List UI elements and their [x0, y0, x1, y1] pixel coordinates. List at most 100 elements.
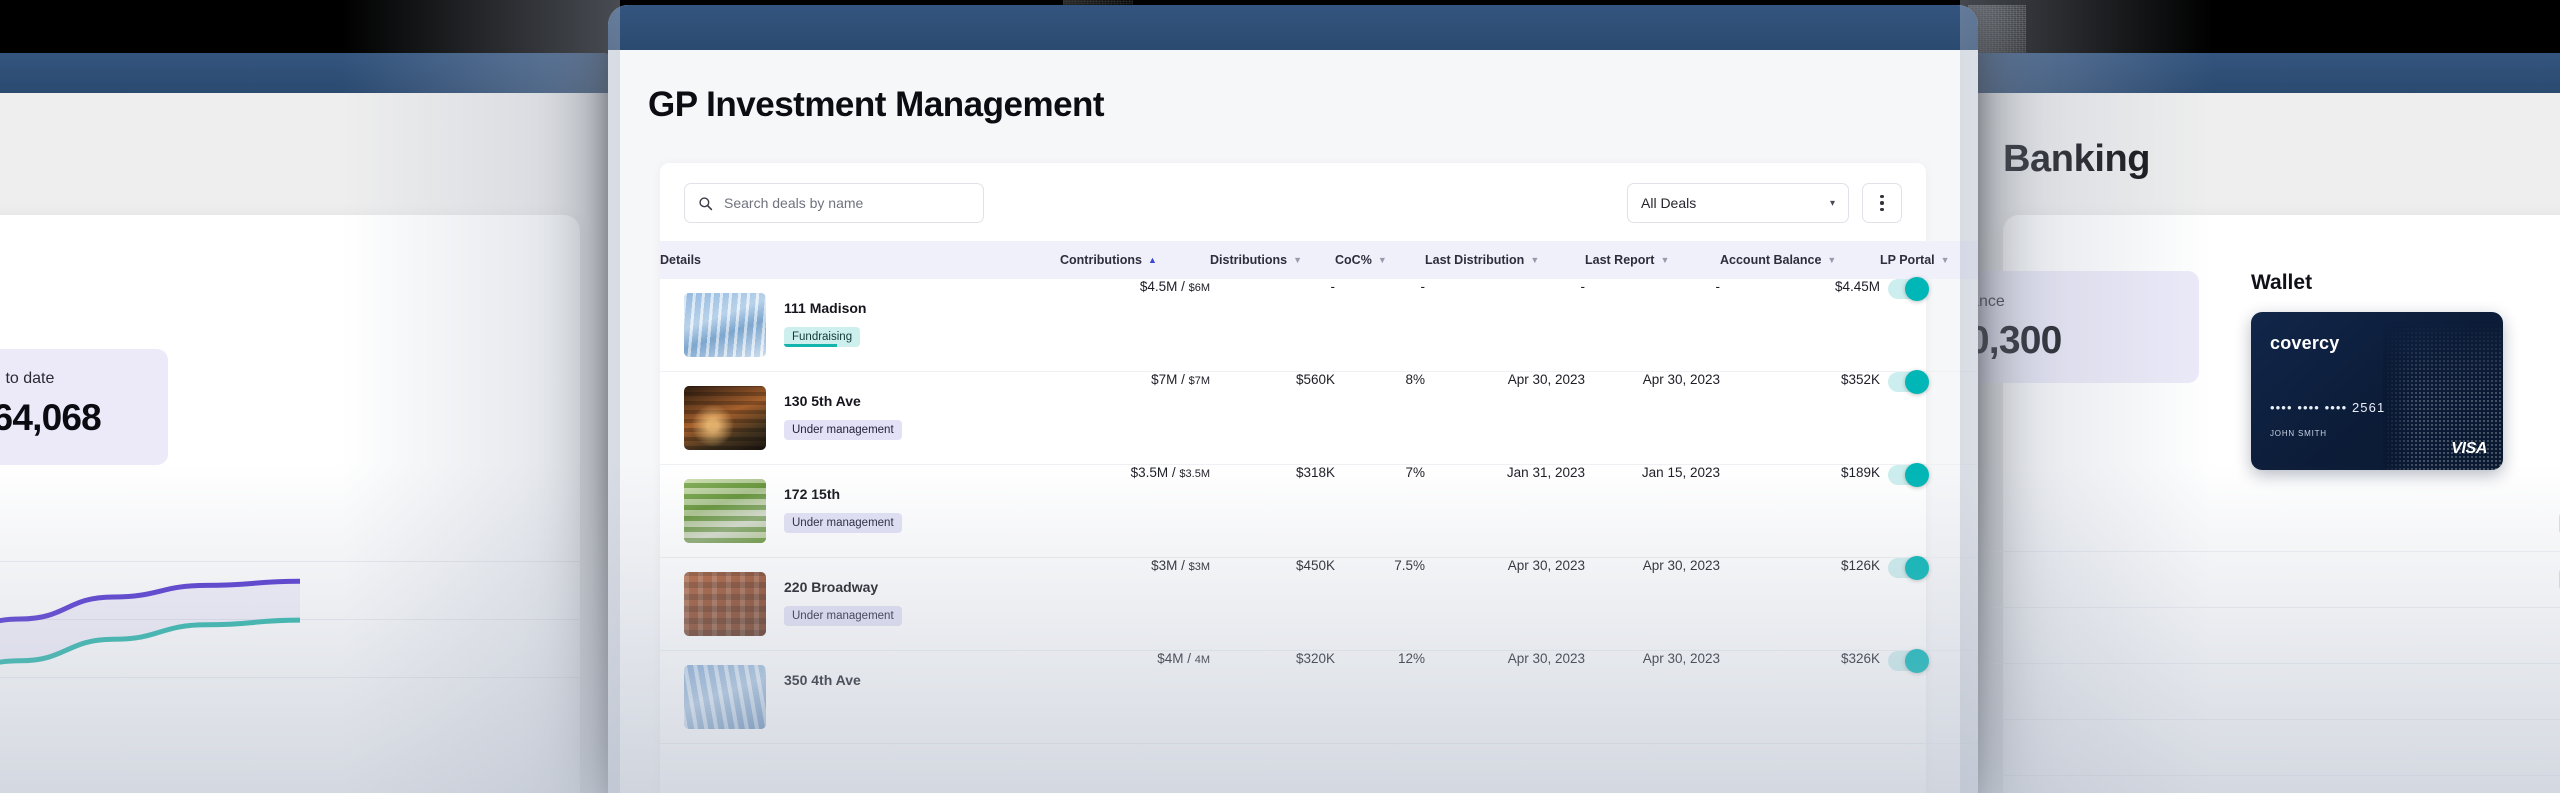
- kebab-icon: [1880, 194, 1884, 212]
- deal-name: 350 4th Ave: [784, 672, 861, 688]
- lp-portal-toggle[interactable]: [1888, 277, 1929, 301]
- transactions-list: Capital Call + $250,600.00 Capital Call …: [1963, 496, 2560, 776]
- cell-last-report: Apr 30, 2023: [1642, 372, 1720, 387]
- page-title: GP Investment Management: [648, 85, 1105, 124]
- balance-label: Balance: [1963, 293, 2005, 310]
- cell-coc: 7.5%: [1394, 558, 1425, 573]
- col-header-lp-portal[interactable]: LP Portal ▼: [1880, 241, 1978, 279]
- deals-table: Details Contributions ▲ Distributions ▼ Co…: [660, 241, 1978, 744]
- property-thumbnail[interactable]: [684, 293, 766, 357]
- table-row[interactable]: 111 Madison Fundraising $4.5M / $6M - - …: [660, 277, 1978, 372]
- toolbar-more-button[interactable]: [1862, 183, 1902, 223]
- col-header-details[interactable]: Details: [660, 241, 1060, 279]
- deals-header-row: Details Contributions ▲ Distributions ▼ Co…: [660, 241, 1978, 279]
- deal-info: 172 15th Under management: [784, 479, 902, 543]
- table-row[interactable]: 172 15th Under management $3.5M / $3.5M …: [660, 463, 1978, 558]
- col-label: Account Balance: [1720, 253, 1822, 267]
- cell-coc: -: [1420, 279, 1426, 294]
- col-header-contributions[interactable]: Contributions ▲: [1060, 241, 1210, 279]
- col-label: LP Portal: [1880, 253, 1935, 267]
- cell-coc: 12%: [1397, 651, 1425, 666]
- transaction-row[interactable]: Capital Call + $250,600.00: [1963, 496, 2560, 552]
- deal-name: 130 5th Ave: [784, 393, 861, 409]
- cell-last-distribution: Jan 31, 2023: [1506, 465, 1585, 480]
- deal-name: 111 Madison: [784, 300, 867, 316]
- cell-lp-portal: [1880, 556, 1978, 651]
- investor-portal-title: Investor Portal: [0, 93, 580, 215]
- table-row[interactable]: 350 4th Ave $4M / 4M $320K 12% Apr 30, 2…: [660, 649, 1978, 744]
- status-badge: Under management: [784, 420, 902, 440]
- banking-body: Banking Balance 60,300 Wallet covercy ••…: [1963, 93, 2560, 793]
- transaction-row[interactable]: Distribution -$30,600.00: [1963, 720, 2560, 776]
- portfolio-stats: Portfolio Value $820,344 Return to date …: [0, 349, 534, 465]
- gp-body: GP Investment Management Search deals by…: [608, 50, 1978, 793]
- sort-icon: ▼: [1377, 255, 1387, 265]
- col-header-coc[interactable]: CoC% ▼: [1335, 241, 1425, 279]
- greeting-subtitle: Check out your investment performance: [0, 298, 534, 315]
- banking-card: Balance 60,300 Wallet covercy •••• •••• …: [1963, 215, 2560, 793]
- wallet-section: Wallet covercy •••• •••• •••• 2561 JOHN …: [2251, 271, 2503, 470]
- deals-sheet: Search deals by name All Deals ▾ Details: [660, 163, 1978, 793]
- cell-coc: 7%: [1405, 465, 1425, 480]
- transaction-row[interactable]: Distribution -$24,900.00: [1963, 608, 2560, 664]
- deals-table-head: Details Contributions ▲ Distributions ▼ Co…: [660, 241, 1978, 279]
- cash-flow-chart-title: Cash Flow History: [0, 501, 534, 527]
- cell-account-balance: $126K: [1840, 558, 1880, 573]
- table-row[interactable]: 130 5th Ave Under management $7M / $7M $…: [660, 370, 1978, 465]
- cash-flow-chart: $300 k $200 k $100 k: [0, 549, 620, 729]
- cell-contributions: $3M / $3M: [1151, 558, 1210, 573]
- cell-last-report: -: [1715, 279, 1721, 294]
- investor-portal-body: Investor Portal Hello John, Check out yo…: [0, 93, 620, 793]
- lp-portal-toggle[interactable]: [1888, 463, 1929, 487]
- property-thumbnail[interactable]: [684, 572, 766, 636]
- cell-account-balance: $326K: [1840, 651, 1880, 666]
- deals-table-body: 111 Madison Fundraising $4.5M / $6M - - …: [660, 277, 1978, 744]
- deals-filter-value: All Deals: [1641, 195, 1697, 211]
- cell-last-distribution: -: [1580, 279, 1586, 294]
- transaction-row[interactable]: Capital Call + $300,000.00: [1963, 552, 2560, 608]
- property-thumbnail[interactable]: [684, 386, 766, 450]
- browser-chrome-bar-left: [0, 53, 620, 93]
- banking-window: Banking Balance 60,300 Wallet covercy ••…: [1963, 53, 2560, 793]
- transaction-row[interactable]: Distribution -$50,300.00: [1963, 664, 2560, 720]
- sort-icon: ▼: [1293, 255, 1303, 265]
- sort-icon: ▼: [1530, 255, 1540, 265]
- investor-portal-card: Hello John, Check out your investment pe…: [0, 215, 620, 793]
- search-box[interactable]: Search deals by name: [684, 183, 984, 223]
- cell-details: 172 15th Under management: [660, 465, 1060, 558]
- deals-filter-select[interactable]: All Deals ▾: [1627, 183, 1849, 223]
- stat-card-return-to-date[interactable]: Return to date $164,068: [0, 349, 168, 465]
- col-header-last-report[interactable]: Last Report ▼: [1585, 241, 1720, 279]
- col-header-last-distribution[interactable]: Last Distribution ▼: [1425, 241, 1585, 279]
- table-row[interactable]: 220 Broadway Under management $3M / $3M …: [660, 556, 1978, 651]
- col-header-account-balance[interactable]: Account Balance ▼: [1720, 241, 1880, 279]
- property-thumbnail[interactable]: [684, 479, 766, 543]
- sort-icon: ▼: [1940, 255, 1950, 265]
- deal-info: 220 Broadway Under management: [784, 572, 902, 636]
- cell-details: 130 5th Ave Under management: [660, 372, 1060, 465]
- card-holder-name: JOHN SMITH: [2270, 429, 2327, 438]
- lp-portal-toggle[interactable]: [1888, 556, 1929, 580]
- banking-title: Banking: [2003, 138, 2151, 180]
- status-badge: Under management: [784, 513, 902, 533]
- cell-last-report: Apr 30, 2023: [1642, 651, 1720, 666]
- cell-lp-portal: [1880, 370, 1978, 465]
- lp-portal-toggle[interactable]: [1888, 649, 1929, 673]
- col-header-distributions[interactable]: Distributions ▼: [1210, 241, 1335, 279]
- col-label: Contributions: [1060, 253, 1142, 267]
- property-thumbnail[interactable]: [684, 665, 766, 729]
- search-placeholder: Search deals by name: [724, 195, 864, 211]
- deal-info: 130 5th Ave Under management: [784, 386, 902, 450]
- cell-contributions: $4.5M / $6M: [1139, 279, 1210, 294]
- lp-portal-toggle[interactable]: [1888, 370, 1929, 394]
- cell-lp-portal: [1880, 649, 1978, 744]
- cell-distributions: $318K: [1295, 465, 1335, 480]
- gp-investment-management-window: GP Investment Management Search deals by…: [608, 5, 1978, 793]
- balance-value: 60,300: [1963, 319, 2062, 362]
- visa-card[interactable]: covercy •••• •••• •••• 2561 JOHN SMITH V…: [2251, 312, 2503, 470]
- cell-lp-portal: [1880, 463, 1978, 558]
- card-number: •••• •••• •••• 2561: [2270, 400, 2386, 415]
- cash-flow-series-svg: [0, 578, 300, 665]
- deal-info: 111 Madison Fundraising: [784, 293, 866, 357]
- balance-card[interactable]: Balance 60,300: [1963, 271, 2199, 383]
